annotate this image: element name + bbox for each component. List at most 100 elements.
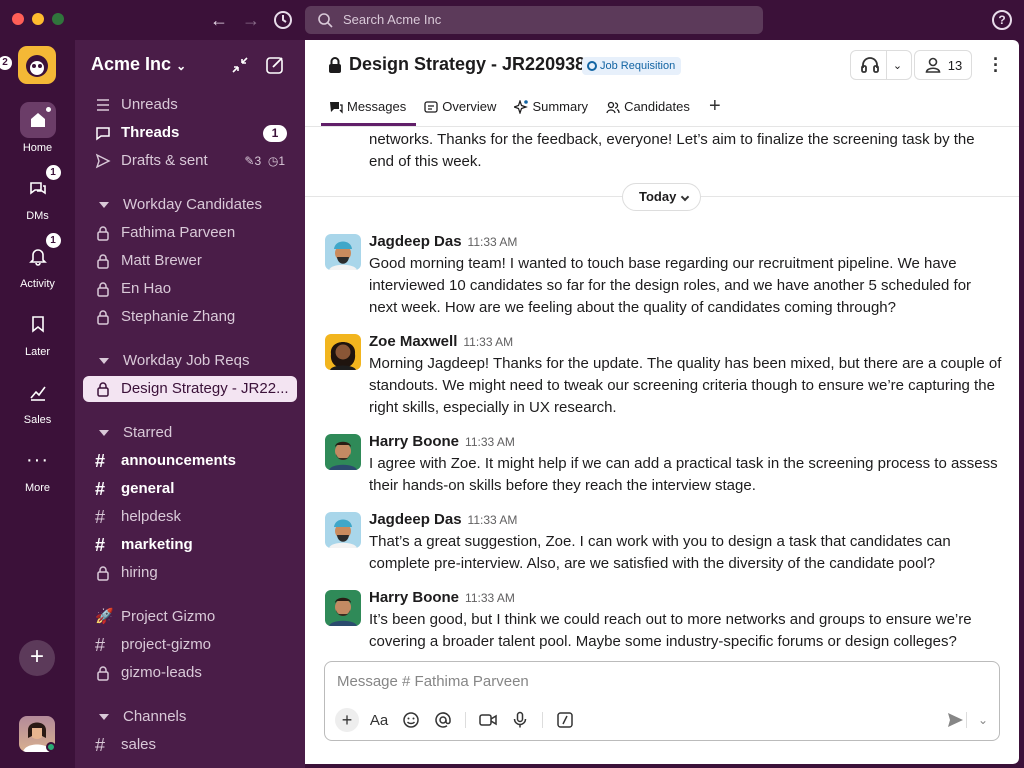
sidebar-item-fathima-parveen[interactable]: Fathima Parveen [83,220,297,246]
message-text: Morning Jagdeep! Thanks for the update. … [369,355,1002,416]
sidebar-item-threads[interactable]: Threads 1 [83,120,297,146]
day-label: Today [639,189,677,204]
message-input[interactable] [337,670,977,692]
rail-item-more[interactable]: ··· More [0,442,75,495]
channel-title-button[interactable]: Design Strategy - JR220938 [327,54,585,75]
minimize-window-button[interactable] [32,13,44,25]
lock-icon [97,382,109,397]
sender-name[interactable]: Jagdeep Das [369,511,462,528]
sidebar-item-sales[interactable]: # sales [83,732,297,758]
sidebar-item-unreads[interactable]: Unreads [83,92,297,118]
section-title: Workday Candidates [123,196,262,213]
forward-arrow-icon[interactable]: → [239,8,263,32]
rail-label-home: Home [22,142,53,154]
day-jump-button[interactable]: Today [622,183,702,211]
section-channels[interactable]: Channels [83,705,297,729]
compose-icon[interactable] [264,54,286,76]
message-time[interactable]: 11:33 AM [463,335,513,349]
channel-label: marketing [121,536,193,553]
channel-panel: Design Strategy - JR220938 Job Requisiti… [305,40,1019,764]
rail-label-later: Later [24,346,51,358]
schedule-chevron-icon[interactable]: ⌄ [971,708,995,732]
sidebar-item-design-strategy[interactable]: Design Strategy - JR22... [83,376,297,402]
job-requisition-badge[interactable]: Job Requisition [582,57,682,75]
formatting-button[interactable]: Aa [367,708,391,732]
avatar[interactable] [325,512,361,548]
avatar[interactable] [325,590,361,626]
message-time[interactable]: 11:33 AM [465,591,515,605]
add-workspace-button[interactable]: + [19,640,55,676]
section-starred[interactable]: Starred [83,421,297,445]
message-time[interactable]: 11:33 AM [468,235,518,249]
back-arrow-icon[interactable]: ← [207,8,231,32]
sender-name[interactable]: Harry Boone [369,433,459,450]
sidebar-item-project-gizmo[interactable]: 🚀 Project Gizmo [83,604,297,630]
tab-candidates[interactable]: Candidates [598,92,700,126]
channel-label: Matt Brewer [121,252,202,269]
sender-name[interactable]: Jagdeep Das [369,233,462,250]
sidebar-item-general[interactable]: # general [83,476,297,502]
sidebar-item-hiring[interactable]: hiring [83,560,297,586]
sparkle-icon [514,100,529,114]
help-icon[interactable]: ? [992,10,1012,30]
tab-label: Summary [532,99,589,114]
huddle-button[interactable]: ⌄ [850,50,912,80]
members-button[interactable]: 13 [914,50,972,80]
microphone-icon[interactable] [508,708,532,732]
message-time[interactable]: 11:33 AM [465,435,515,449]
sidebar-item-gizmo-leads[interactable]: gizmo-leads [83,660,297,686]
dms-icon: 1 [20,165,61,206]
avatar[interactable] [325,434,361,470]
activity-badge: 1 [45,233,61,248]
lock-icon [97,254,109,269]
close-window-button[interactable] [12,13,24,25]
tab-messages[interactable]: Messages [321,92,417,126]
sidebar-item-project-gizmo-channel[interactable]: # project-gizmo [83,632,297,658]
emoji-icon[interactable] [399,708,423,732]
tab-overview[interactable]: Overview [416,92,506,126]
tab-summary[interactable]: Summary [506,92,598,126]
add-tab-button[interactable]: + [700,92,730,126]
sidebar-item-marketing[interactable]: # marketing [83,532,297,558]
video-icon[interactable] [476,708,500,732]
lock-icon [97,666,109,681]
rail-item-home[interactable]: Home [0,102,75,154]
avatar[interactable] [325,334,361,370]
zoom-window-button[interactable] [52,13,64,25]
sidebar-item-helpdesk[interactable]: # helpdesk [83,504,297,530]
avatar[interactable] [325,234,361,270]
sidebar-label-unreads: Unreads [121,96,178,113]
attach-plus-button[interactable]: + [335,708,359,732]
section-workday-candidates[interactable]: Workday Candidates [83,193,297,217]
sidebar-item-stephanie-zhang[interactable]: Stephanie Zhang [83,304,297,330]
sender-name[interactable]: Zoe Maxwell [369,333,457,350]
send-icon[interactable] [943,708,967,732]
sidebar-item-matt-brewer[interactable]: Matt Brewer [83,248,297,274]
sidebar-item-announcements[interactable]: # announcements [83,448,297,474]
more-vertical-icon[interactable]: · · · [993,50,999,80]
channel-label: Design Strategy - JR22... [121,380,289,397]
collapse-icon[interactable] [229,54,251,76]
message-time[interactable]: 11:33 AM [468,513,518,527]
workspace-logo[interactable] [18,46,56,84]
history-clock-icon[interactable] [271,8,295,32]
rail-item-sales[interactable]: Sales [0,374,75,426]
rail-item-dms[interactable]: 1 DMs [0,165,75,222]
section-workday-job-reqs[interactable]: Workday Job Reqs [83,349,297,373]
rail-item-later[interactable]: Later [0,306,75,358]
title-bar: ← → Search Acme Inc ? [0,0,1024,40]
rail-label-activity: Activity [20,278,55,290]
sidebar-item-en-hao[interactable]: En Hao [83,276,297,302]
workspace-badge: 2 [0,56,12,70]
rail-item-activity[interactable]: 1 Activity [0,233,75,290]
sidebar-item-drafts-sent[interactable]: Drafts & sent ✎3 ◷1 [83,148,297,174]
bell-icon: 1 [20,233,61,274]
divider [885,50,887,80]
search-input[interactable]: Search Acme Inc [305,6,763,34]
chevron-down-icon[interactable]: ⌄ [893,59,902,72]
message-composer: + Aa ⌄ [324,661,1000,741]
mention-icon[interactable] [431,708,455,732]
sender-name[interactable]: Harry Boone [369,589,459,606]
workspace-name-menu[interactable]: Acme Inc ⌄ [91,54,186,75]
slash-command-icon[interactable] [553,708,577,732]
